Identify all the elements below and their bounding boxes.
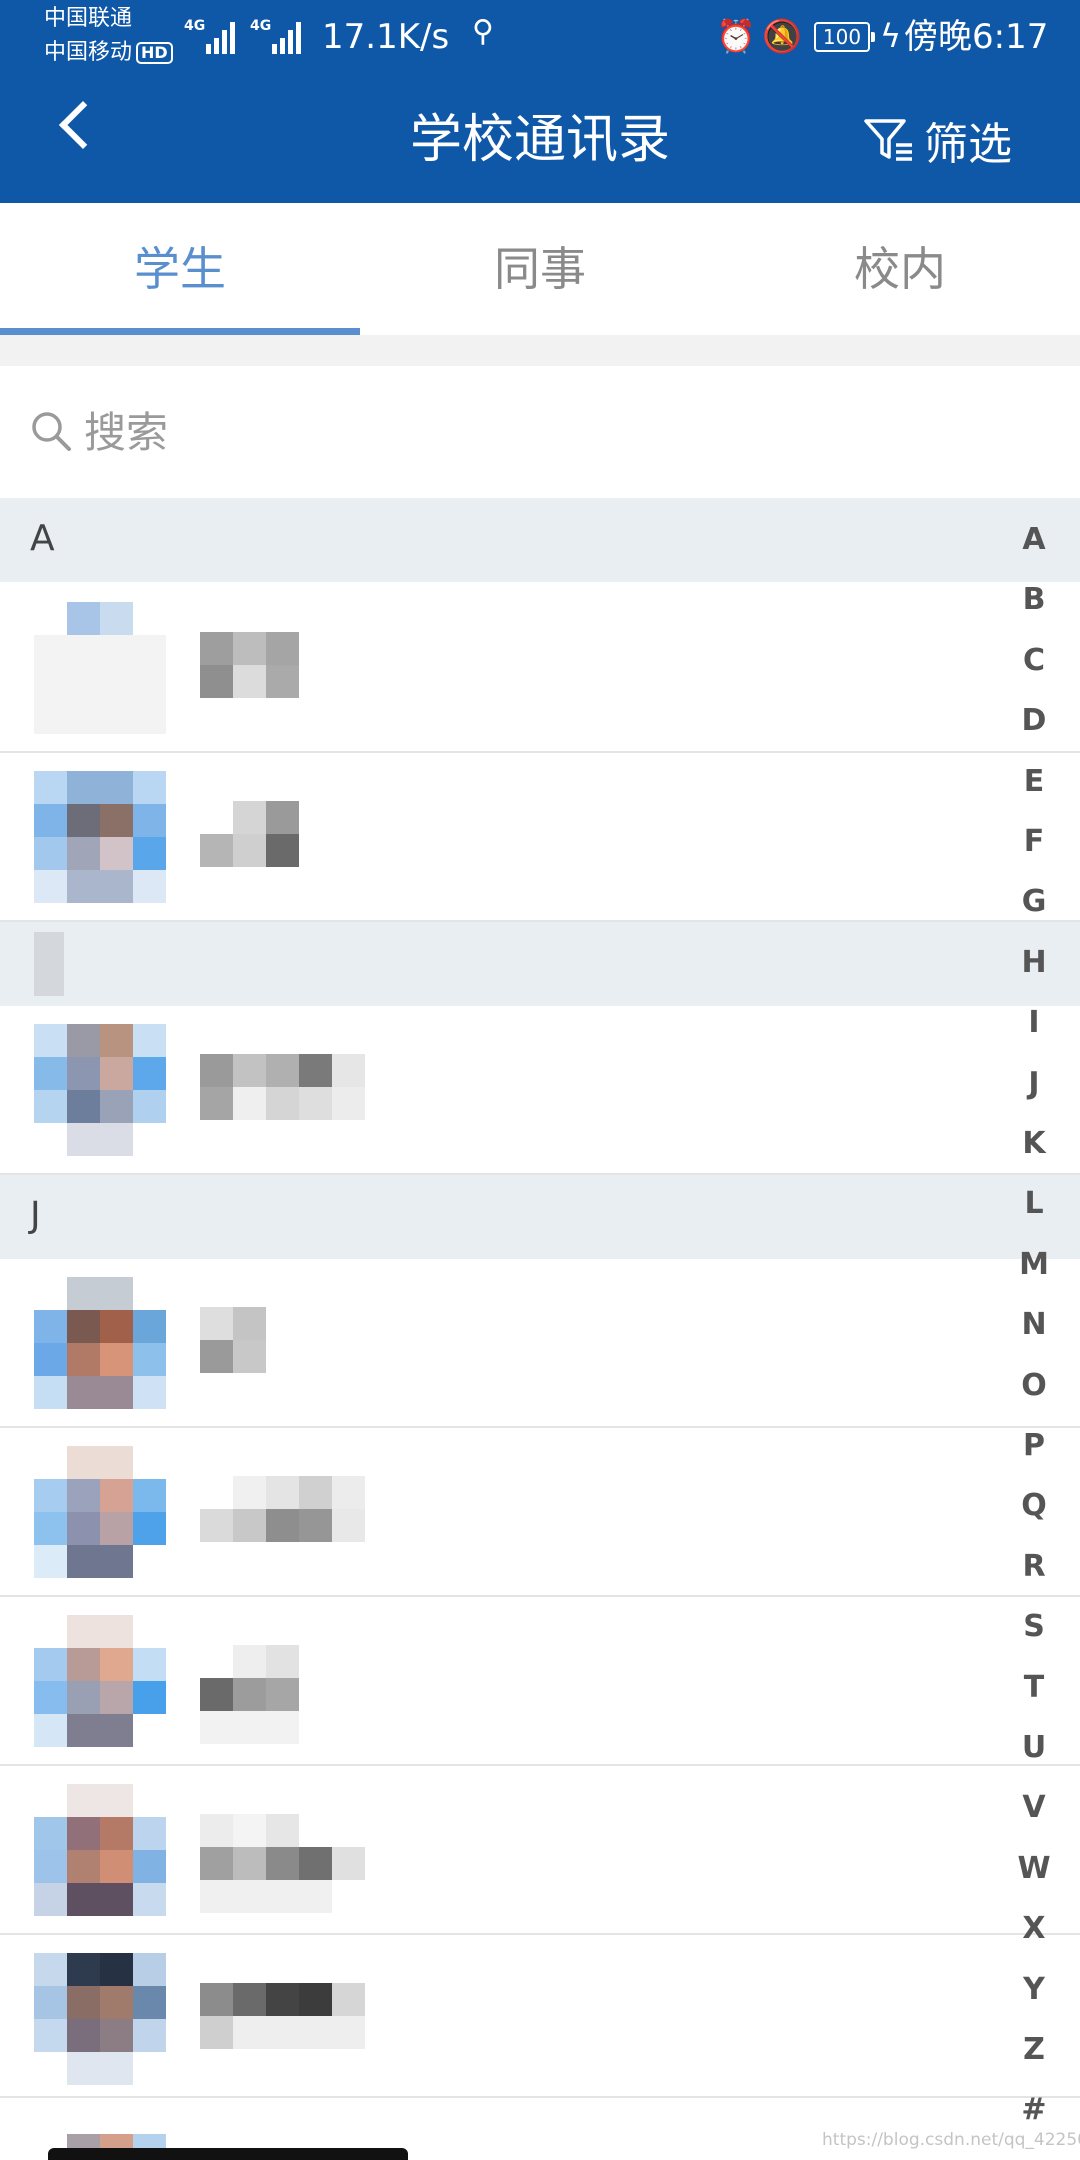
index-letter-n[interactable]: N: [1006, 1305, 1062, 1345]
avatar: [34, 1277, 166, 1409]
contact-name: [200, 632, 360, 698]
index-letter-i[interactable]: I: [1006, 1003, 1062, 1043]
contact-name: [200, 1054, 400, 1120]
index-letter-hash[interactable]: #: [1006, 2090, 1062, 2130]
index-letter-d[interactable]: D: [1006, 701, 1062, 741]
list-item[interactable]: [0, 584, 1080, 751]
page-title: 学校通讯录: [409, 110, 670, 170]
tab-bar: 学生 同事 校内: [0, 203, 1080, 335]
avatar: [34, 602, 166, 734]
index-letter-o[interactable]: O: [1006, 1366, 1062, 1406]
list-item[interactable]: [0, 1935, 1080, 2102]
list-item[interactable]: [0, 753, 1080, 920]
list-item[interactable]: [0, 1597, 1080, 1764]
index-letter-m[interactable]: M: [1006, 1245, 1062, 1285]
index-letter-t[interactable]: T: [1006, 1668, 1062, 1708]
avatar: [34, 1446, 166, 1578]
tab-campus[interactable]: 校内: [720, 203, 1080, 335]
index-letter-l[interactable]: L: [1006, 1184, 1062, 1224]
signal-icon-2: 4G: [250, 18, 304, 54]
avatar: [34, 1953, 166, 2085]
section-header: [0, 922, 1080, 1006]
carrier-primary: 中国联通: [44, 6, 133, 31]
list-item[interactable]: [0, 1766, 1080, 1933]
usb-icon: ⚲: [472, 14, 494, 49]
contact-name: [200, 1307, 360, 1373]
search-input[interactable]: [82, 386, 986, 478]
charging-icon: ϟ: [880, 17, 902, 55]
signal-icon: 4G: [184, 18, 238, 54]
index-letter-j[interactable]: J: [1006, 1064, 1062, 1104]
alarm-icon: ⏰: [716, 17, 756, 55]
network-speed: 17.1K/s: [322, 17, 450, 57]
filter-icon: [864, 119, 912, 161]
divider: [0, 335, 1080, 366]
index-letter-c[interactable]: C: [1006, 641, 1062, 681]
filter-button[interactable]: 筛选: [864, 100, 1012, 180]
index-letter-u[interactable]: U: [1006, 1728, 1062, 1768]
mute-icon: 🔕: [762, 17, 802, 55]
tab-colleagues[interactable]: 同事: [360, 203, 720, 335]
section-header: J: [0, 1175, 1080, 1259]
index-letter-v[interactable]: V: [1006, 1788, 1062, 1828]
index-letter-y[interactable]: Y: [1006, 1970, 1062, 2010]
index-letter-h[interactable]: H: [1006, 943, 1062, 983]
index-letter-e[interactable]: E: [1006, 762, 1062, 802]
carrier-secondary: 中国移动 HD: [44, 38, 173, 68]
search-icon: [32, 412, 71, 451]
index-letter-s[interactable]: S: [1006, 1607, 1062, 1647]
overlay-bar: [48, 2148, 408, 2160]
tab-students[interactable]: 学生: [0, 203, 360, 335]
avatar: [34, 1615, 166, 1747]
avatar: [34, 771, 166, 903]
index-letter-b[interactable]: B: [1006, 580, 1062, 620]
watermark: https://blog.csdn.net/qq_42250299: [822, 2130, 1080, 2150]
search-bar[interactable]: [0, 366, 1080, 498]
back-button[interactable]: [58, 100, 108, 150]
section-header: A: [0, 498, 1080, 582]
contact-name: [200, 1645, 360, 1744]
hd-badge: HD: [136, 42, 173, 64]
tab-indicator: [0, 328, 360, 335]
index-letter-z[interactable]: Z: [1006, 2030, 1062, 2070]
contact-name: [200, 1983, 400, 2049]
index-letter-r[interactable]: R: [1006, 1547, 1062, 1587]
index-letter-f[interactable]: F: [1006, 822, 1062, 862]
index-letter-p[interactable]: P: [1006, 1426, 1062, 1466]
contact-name: [200, 1476, 400, 1542]
status-time: 傍晚6:17: [904, 17, 1049, 57]
index-letter-g[interactable]: G: [1006, 882, 1062, 922]
index-letter-q[interactable]: Q: [1006, 1486, 1062, 1526]
list-item[interactable]: [0, 1428, 1080, 1595]
contact-name: [200, 801, 360, 867]
list-item[interactable]: [0, 1006, 1080, 1173]
index-letter-x[interactable]: X: [1006, 1909, 1062, 1949]
avatar: [34, 1024, 166, 1156]
contact-name: [200, 1814, 400, 1913]
avatar: [34, 1784, 166, 1916]
list-item[interactable]: [0, 1259, 1080, 1426]
battery-icon: 100: [814, 22, 875, 52]
app-header: 中国联通 中国移动 HD 4G 4G 17.1K/s ⚲ ⏰ 🔕 100 ϟ 傍晚…: [0, 0, 1080, 203]
index-letter-w[interactable]: W: [1006, 1849, 1062, 1889]
index-letter-a[interactable]: A: [1006, 520, 1062, 560]
filter-label: 筛选: [924, 119, 1012, 170]
index-letter-k[interactable]: K: [1006, 1124, 1062, 1164]
